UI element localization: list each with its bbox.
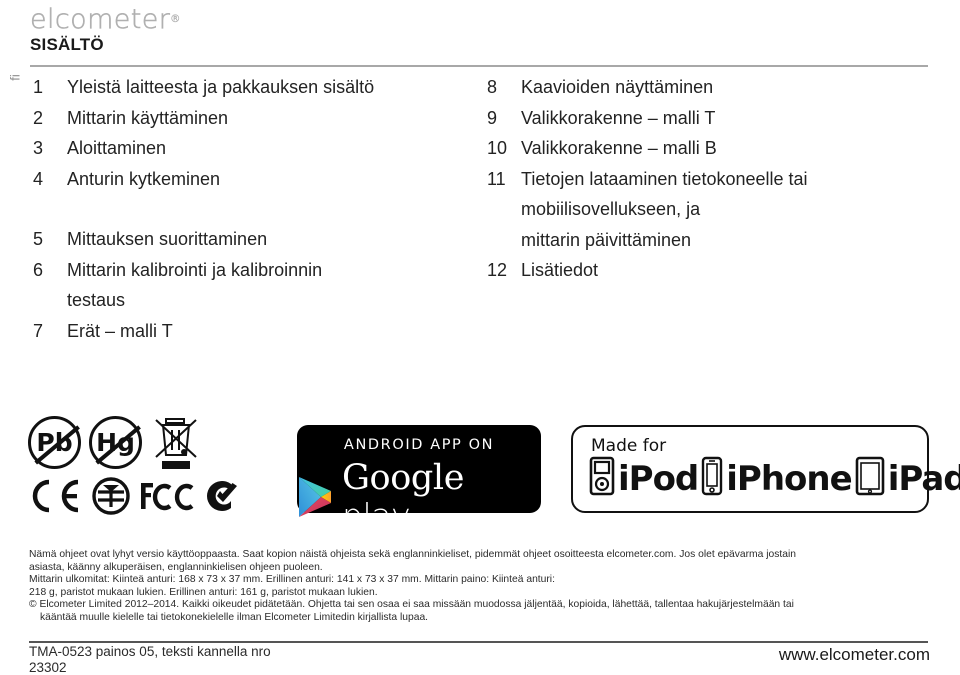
document-code-line1: TMA-0523 painos 05, teksti kannella nro bbox=[29, 644, 369, 660]
toc-label: Mittarin käyttäminen bbox=[67, 103, 473, 134]
toc-number: 5 bbox=[33, 224, 67, 255]
toc-label-line1: Mittarin kalibrointi ja kalibroinnin bbox=[67, 260, 322, 280]
toc-entry-10[interactable]: 10 Valikkorakenne – malli B bbox=[487, 133, 927, 164]
no-lead-label: Pb bbox=[36, 430, 72, 455]
fcc-mark-icon bbox=[140, 479, 192, 513]
c-tick-mark-icon bbox=[201, 477, 239, 515]
toc-label: Valikkorakenne – malli B bbox=[521, 133, 927, 164]
made-for-apple-badge: Made for iPod iPhone bbox=[571, 425, 929, 513]
toc-label: Yleistä laitteesta ja pakkauksen sisältö bbox=[67, 72, 473, 103]
no-mercury-icon: Hg bbox=[89, 416, 142, 469]
toc-label: Erät – malli T bbox=[67, 316, 473, 347]
toc-number: 7 bbox=[33, 316, 67, 347]
toc-number: 11 bbox=[487, 164, 521, 195]
toc-number: 10 bbox=[487, 133, 521, 164]
toc-number: 4 bbox=[33, 164, 67, 195]
ipod-label: iPod bbox=[618, 460, 698, 498]
no-lead-icon: Pb bbox=[28, 416, 81, 469]
toc-label: Valikkorakenne – malli T bbox=[521, 103, 927, 134]
toc-label: Lisätiedot bbox=[521, 255, 927, 286]
toc-label: Tietojen lataaminen tietokoneelle tai mo… bbox=[521, 164, 927, 256]
toc-number: 9 bbox=[487, 103, 521, 134]
registered-trademark-icon: ® bbox=[170, 14, 180, 25]
ipod-icon bbox=[589, 456, 615, 501]
toc-entry-11[interactable]: 11 Tietojen lataaminen tietokoneelle tai… bbox=[487, 164, 927, 256]
toc-label: Kaavioiden näyttäminen bbox=[521, 72, 927, 103]
iphone-icon bbox=[701, 456, 723, 501]
toc-entry-2[interactable]: 2 Mittarin käyttäminen bbox=[33, 103, 473, 134]
toc-number: 3 bbox=[33, 133, 67, 164]
google-play-badge[interactable]: ANDROID APP ON bbox=[297, 425, 541, 513]
page-title: SISÄLTÖ bbox=[30, 35, 104, 55]
google-play-triangle-icon bbox=[297, 476, 335, 518]
toc-left-column: 1 Yleistä laitteesta ja pakkauksen sisäl… bbox=[33, 72, 473, 346]
website-url[interactable]: www.elcometer.com bbox=[779, 645, 930, 665]
toc-number: 2 bbox=[33, 103, 67, 134]
toc-label-line2: testaus bbox=[67, 285, 473, 316]
toc-label: Mittarin kalibrointi ja kalibroinnin test… bbox=[67, 255, 473, 316]
google-play-bottom: Google play bbox=[297, 459, 541, 535]
google-word: Google bbox=[342, 458, 464, 498]
toc-label-line1: Tietojen lataaminen tietokoneelle tai mo… bbox=[521, 169, 808, 220]
play-word: play bbox=[342, 496, 410, 535]
document-code: TMA-0523 painos 05, teksti kannella nro … bbox=[29, 644, 369, 675]
header-divider bbox=[30, 65, 928, 67]
toc-entry-3[interactable]: 3 Aloittaminen bbox=[33, 133, 473, 164]
language-indicator: fi bbox=[8, 58, 23, 98]
copyright-line-1: © Elcometer Limited 2012–2014. Kaikki oi… bbox=[29, 599, 929, 612]
fineprint-block: Nämä ohjeet ovat lyhyt versio käyttöoppa… bbox=[29, 549, 929, 625]
toc-label: Mittauksen suorittaminen bbox=[67, 224, 473, 255]
no-mercury-label: Hg bbox=[96, 430, 135, 455]
toc-number: 1 bbox=[33, 72, 67, 103]
fineprint-line-3: Mittarin ulkomitat: Kiinteä anturi: 168 … bbox=[29, 574, 929, 587]
compliance-marks: Pb Hg bbox=[28, 416, 268, 526]
toc-number: 6 bbox=[33, 255, 67, 286]
toc-label: Anturin kytkeminen bbox=[67, 164, 473, 195]
compliance-row-bottom bbox=[28, 476, 239, 516]
copyright-line-2: kääntää muulle kielelle tai tietokonekie… bbox=[29, 612, 929, 625]
toc-entry-5[interactable]: 5 Mittauksen suorittaminen bbox=[33, 224, 473, 255]
compliance-row-top: Pb Hg bbox=[28, 416, 200, 474]
google-play-toptext: ANDROID APP ON bbox=[297, 437, 541, 453]
toc-entry-9[interactable]: 9 Valikkorakenne – malli T bbox=[487, 103, 927, 134]
toc-entry-12[interactable]: 12 Lisätiedot bbox=[487, 255, 927, 286]
toc-right-column: 8 Kaavioiden näyttäminen 9 Valikkorakenn… bbox=[487, 72, 927, 286]
ce-mark-icon bbox=[28, 479, 82, 513]
fineprint-line-2: asiasta, käänny alkuperäisen, englannink… bbox=[29, 562, 929, 575]
google-play-wordmark: Google play bbox=[342, 459, 541, 535]
logo-wordmark: elcometer bbox=[30, 4, 170, 35]
fineprint-line-1: Nämä ohjeet ovat lyhyt versio käyttöoppa… bbox=[29, 549, 929, 562]
toc-label-line2: mittarin päivittäminen bbox=[521, 225, 927, 256]
ipad-label: iPad bbox=[888, 460, 960, 498]
toc-number: 8 bbox=[487, 72, 521, 103]
made-for-label: Made for bbox=[591, 436, 666, 456]
toc-entry-4[interactable]: 4 Anturin kytkeminen bbox=[33, 164, 473, 195]
toc-entry-6[interactable]: 6 Mittarin kalibrointi ja kalibroinnin te… bbox=[33, 255, 473, 316]
elcometer-logo: elcometer® bbox=[30, 6, 180, 33]
made-for-devices-row: iPod iPhone iPad bbox=[589, 456, 960, 501]
ipad-icon bbox=[855, 456, 885, 501]
footer-divider bbox=[29, 641, 928, 643]
toc-number: 12 bbox=[487, 255, 521, 286]
toc-entry-8[interactable]: 8 Kaavioiden näyttäminen bbox=[487, 72, 927, 103]
toc-entry-1[interactable]: 1 Yleistä laitteesta ja pakkauksen sisäl… bbox=[33, 72, 473, 103]
weee-bin-icon bbox=[152, 416, 200, 474]
toc-label: Aloittaminen bbox=[67, 133, 473, 164]
iphone-label: iPhone bbox=[726, 460, 851, 498]
fineprint-line-4: 218 g, paristot mukaan lukien. Erillinen… bbox=[29, 587, 929, 600]
toc-entry-7[interactable]: 7 Erät – malli T bbox=[33, 316, 473, 347]
tuv-mark-icon bbox=[91, 476, 131, 516]
